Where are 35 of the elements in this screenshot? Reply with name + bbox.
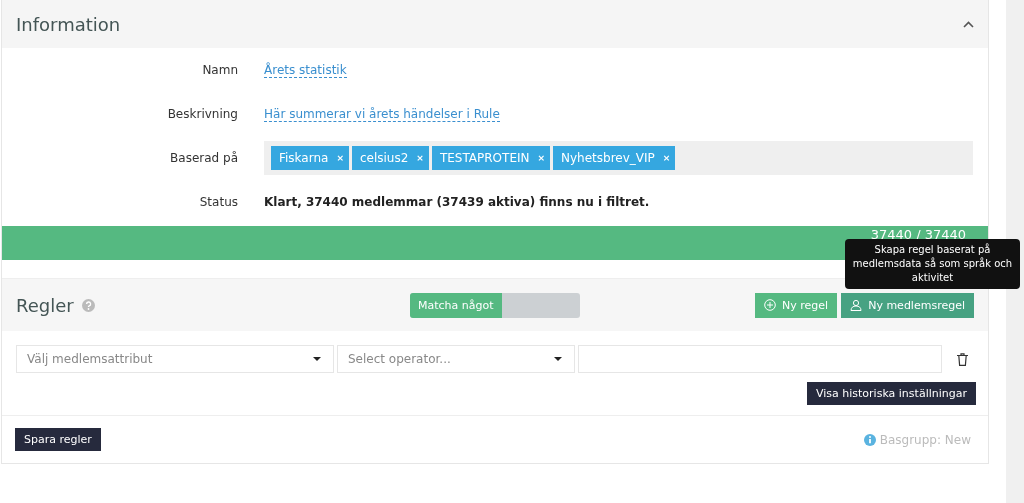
remove-button[interactable]: × [416,153,424,163]
field-label: Status [198,195,238,209]
field-label: Namn [201,63,238,77]
attribute-dropdown[interactable]: Välj medlemsattribut [16,345,334,373]
remove-button[interactable]: × [537,153,546,163]
editable-link[interactable]: Årets statistik [264,62,347,78]
tag: celsius2 × [351,146,429,170]
new-member-rule-button[interactable]: Ny medlemsregel [841,292,974,318]
tag-field[interactable]: Fiskarna × celsius2 × TESTAPROTEIN × Nyhetsbrev_VIP × [264,141,973,175]
editable-link[interactable]: Här summerar vi årets händelser i Rule [264,106,500,122]
section-title: Regler [16,294,74,316]
base-group-text: Basgrupp: New [879,432,971,447]
tag: Nyhetsbrev_VIP × [553,146,676,170]
tag: Fiskarna × [271,146,349,170]
field-label: Beskrivning [166,107,238,121]
status-text: Klart, 37440 medlemmar (37439 aktiva) finns nu i filtret. [264,195,651,209]
caret-icon [313,357,321,361]
history-button[interactable]: Visa historiska inställningar [807,382,976,405]
trash-icon[interactable] [957,352,968,366]
remove-button[interactable]: × [336,153,344,163]
new-rule-button[interactable]: Ny regel [755,292,838,318]
remove-button[interactable]: × [662,153,671,163]
value-field[interactable] [578,345,942,373]
person-icon [850,299,863,311]
tag: TESTAPROTEIN × [431,146,551,170]
operator-dropdown[interactable]: Select operator... [337,345,575,373]
plus-circle-icon [764,299,777,311]
tooltip: Skapa regel baserat på medlemsdata så som språk och aktivitet [845,239,1020,289]
section-title: Information [16,13,121,35]
field-label: Baserad på [169,151,238,165]
chevron-up-icon[interactable] [963,20,974,28]
caret-icon [554,357,562,361]
info-icon [863,433,876,446]
save-button[interactable]: Spara regler [15,428,101,451]
match-toggle[interactable]: Matcha något [410,292,580,318]
